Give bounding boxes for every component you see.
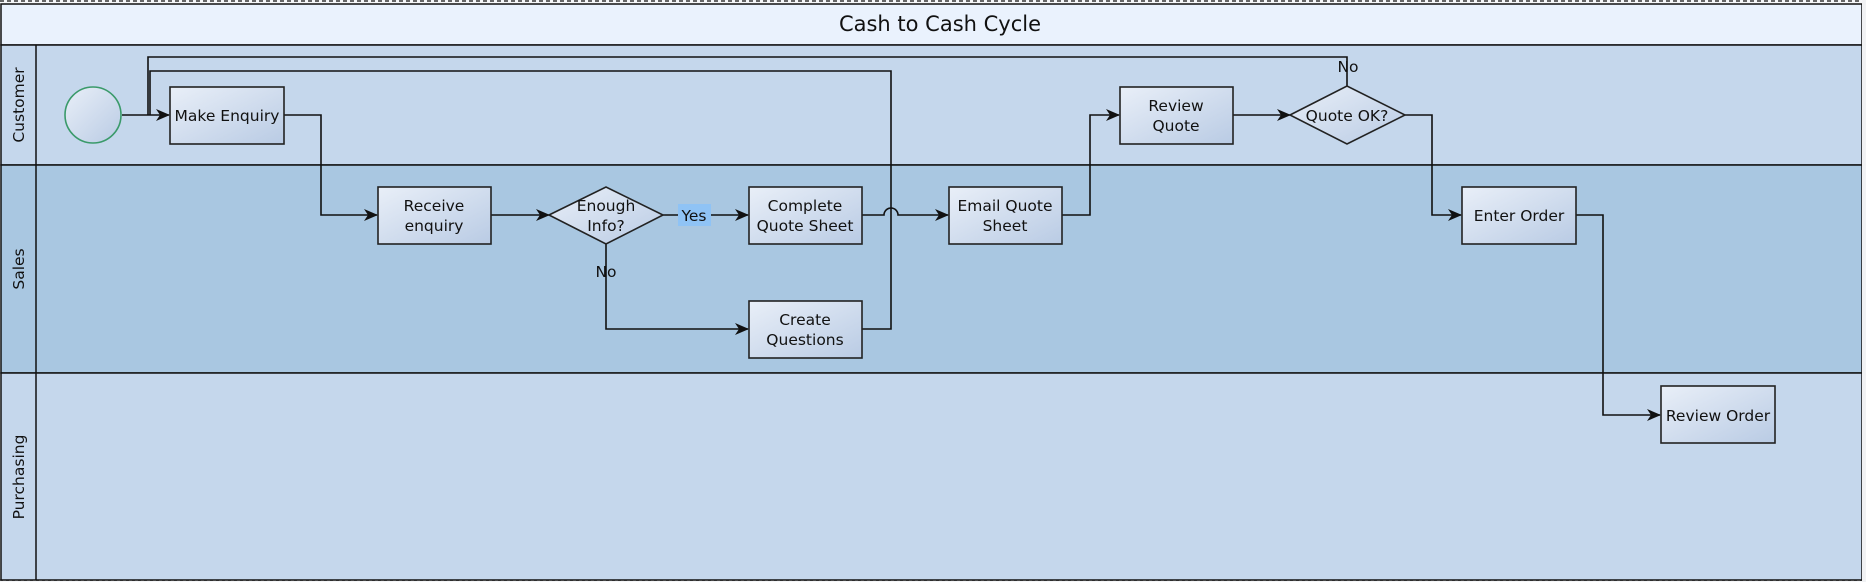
lane-customer-label: Customer <box>10 67 28 143</box>
decision-enough-info-label-line1: Enough <box>577 197 636 215</box>
task-create-questions-label-line2: Questions <box>766 331 843 349</box>
lane-sales-body[interactable] <box>0 164 1863 374</box>
edge-label-yes: Yes <box>680 207 706 225</box>
task-review-order-label: Review Order <box>1666 407 1771 425</box>
task-complete-quote-sheet-label-line1: Complete <box>768 197 843 215</box>
task-enter-order-label: Enter Order <box>1474 207 1565 225</box>
task-create-questions[interactable]: Create Questions <box>748 300 863 359</box>
task-email-quote-sheet-label-line1: Email Quote <box>957 197 1052 215</box>
decision-enough-info-label-line2: Info? <box>587 217 625 235</box>
task-complete-quote-sheet[interactable]: Complete Quote Sheet <box>748 186 863 245</box>
edge-label-no-quote-ok: No <box>1337 58 1358 76</box>
lane-sales-label: Sales <box>10 248 28 289</box>
task-complete-quote-sheet-box[interactable] <box>748 186 863 245</box>
task-make-enquiry[interactable]: Make Enquiry <box>169 86 285 145</box>
task-review-order[interactable]: Review Order <box>1660 385 1776 444</box>
task-review-quote-label-line1: Review <box>1148 97 1204 115</box>
decision-quote-ok-label: Quote OK? <box>1306 107 1389 125</box>
task-email-quote-sheet-label-line2: Sheet <box>983 217 1028 235</box>
task-review-quote-box[interactable] <box>1119 86 1234 145</box>
task-make-enquiry-label: Make Enquiry <box>175 107 280 125</box>
task-create-questions-label-line1: Create <box>779 311 831 329</box>
task-email-quote-sheet-box[interactable] <box>948 186 1063 245</box>
pool-title: Cash to Cash Cycle <box>839 12 1041 36</box>
task-complete-quote-sheet-label-line2: Quote Sheet <box>757 217 854 235</box>
task-review-quote[interactable]: Review Quote <box>1119 86 1234 145</box>
lane-purchasing-body[interactable] <box>0 372 1863 581</box>
task-receive-enquiry-label-line2: enquiry <box>405 217 464 235</box>
task-create-questions-box[interactable] <box>748 300 863 359</box>
task-email-quote-sheet[interactable]: Email Quote Sheet <box>948 186 1063 245</box>
task-review-quote-label-line2: Quote <box>1152 117 1199 135</box>
task-enter-order[interactable]: Enter Order <box>1461 186 1577 245</box>
start-event-circle[interactable] <box>64 86 122 144</box>
task-receive-enquiry-box[interactable] <box>377 186 492 245</box>
lane-purchasing[interactable]: Purchasing <box>0 372 1863 581</box>
canvas-gutter <box>1862 0 1866 582</box>
lane-purchasing-label: Purchasing <box>10 435 28 520</box>
task-receive-enquiry-label-line1: Receive <box>404 197 465 215</box>
lane-sales[interactable]: Sales <box>0 164 1863 374</box>
task-receive-enquiry[interactable]: Receive enquiry <box>377 186 492 245</box>
edge-label-no-enough-info: No <box>595 263 616 281</box>
swimlane-diagram: Cash to Cash Cycle Customer Sales Purcha… <box>0 0 1866 582</box>
